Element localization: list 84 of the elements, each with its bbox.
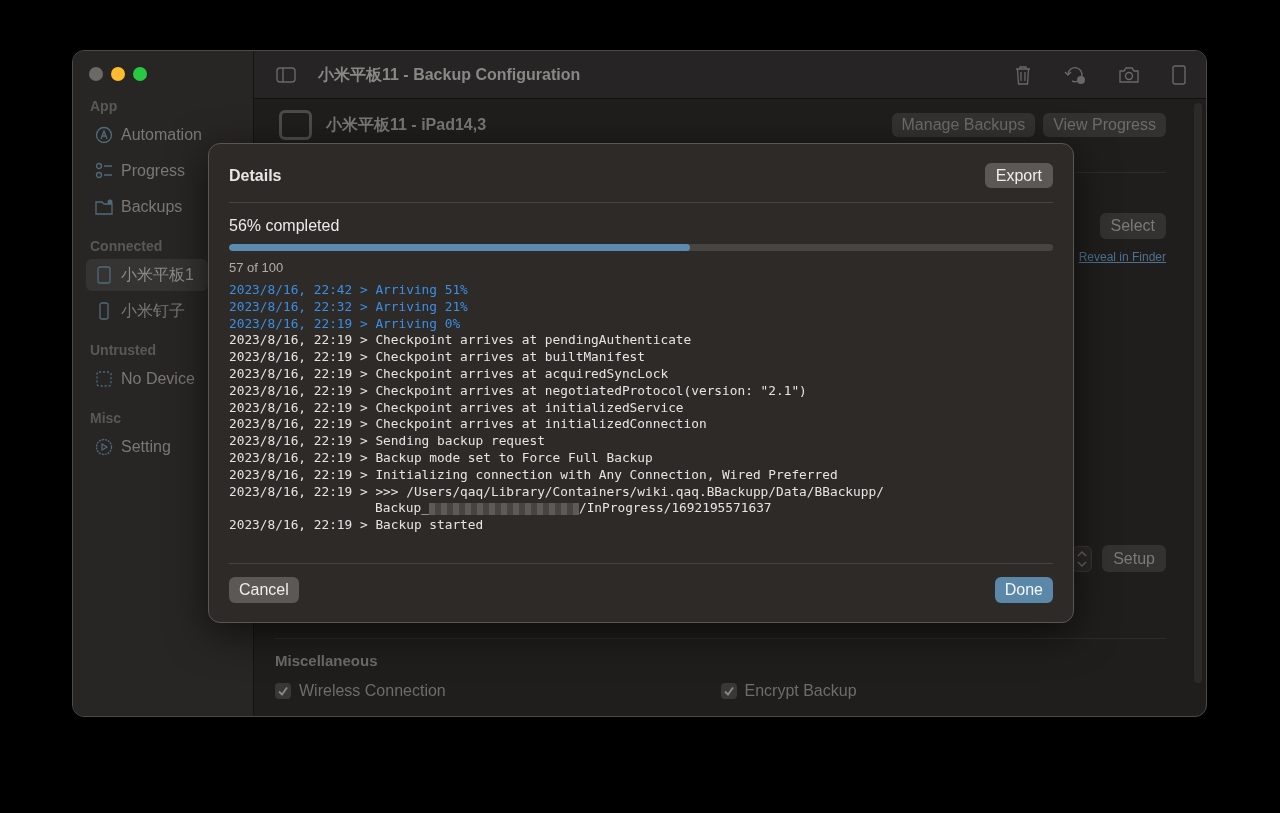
reveal-in-finder-link[interactable]: Reveal in Finder: [1078, 249, 1166, 265]
log-message: Backup mode set to Force Full Backup: [375, 449, 653, 467]
log-message: Initializing connection with Any Connection, Wired Preferred: [375, 466, 838, 484]
checkbox-label: Encrypt Backup: [744, 682, 857, 700]
log-prompt: >: [359, 399, 368, 417]
log-prompt: >: [359, 332, 368, 350]
checkbox[interactable]: [720, 683, 737, 699]
minimize-button[interactable]: [111, 67, 125, 81]
log-timestamp: 2023/8/16, 22:19: [229, 466, 353, 484]
backup-action-button[interactable]: Manage Backups: [891, 113, 1036, 137]
log-message: Checkpoint arrives at initializedConnection: [375, 416, 707, 434]
log-message: /InProgress/1692195571637: [578, 500, 772, 518]
log-message: Arriving 51%: [375, 282, 468, 299]
export-button[interactable]: Export: [984, 163, 1053, 188]
log-message: Arriving 21%: [375, 298, 468, 316]
backup-action-button[interactable]: View Progress: [1043, 113, 1166, 137]
tablet-icon: [95, 266, 113, 284]
automation-icon: [95, 126, 113, 144]
log-timestamp: 2023/8/16, 22:32: [229, 298, 353, 316]
setup-button[interactable]: Setup: [1102, 545, 1166, 572]
sidebar-item[interactable]: No Device: [86, 363, 208, 395]
trash-icon[interactable]: [1014, 64, 1032, 85]
sidebar-item[interactable]: 小米钉子: [86, 295, 208, 327]
log-prompt: >: [359, 416, 368, 434]
log-prompt: >: [359, 433, 368, 450]
select-button[interactable]: Select: [1099, 213, 1166, 239]
device-name: 小米平板11 - iPad14,3: [326, 115, 487, 135]
log-timestamp: 2023/8/16, 22:19: [229, 315, 353, 333]
log-timestamp: 2023/8/16, 22:19: [229, 433, 353, 450]
log-message: Checkpoint arrives at pendingAuthenticate: [375, 332, 692, 350]
sidebar-item[interactable]: 小米平板1: [86, 259, 208, 291]
camera-icon[interactable]: [1118, 65, 1140, 84]
sidebar-item[interactable]: Backups: [86, 191, 208, 223]
restore-icon[interactable]: [1064, 64, 1086, 85]
done-button[interactable]: Done: [994, 577, 1053, 603]
cancel-button[interactable]: Cancel: [229, 577, 299, 603]
log-message: Backup started: [375, 517, 484, 534]
log-timestamp: 2023/8/16, 22:19: [229, 416, 353, 434]
dashed-square-icon: [95, 370, 113, 388]
log-timestamp: 2023/8/16, 22:19: [229, 366, 353, 383]
log-timestamp: 2023/8/16, 22:19: [229, 449, 353, 467]
device-icon: [279, 110, 312, 140]
log-message: Checkpoint arrives at builtManifest: [375, 349, 646, 366]
progress-count: 57 of 100: [229, 260, 285, 276]
section-heading: Miscellaneous: [275, 652, 379, 670]
log-message: >>> /Users/qaq/Library/Containers/wiki.qaq.BBackupp/Data/BBackupp/: [375, 483, 884, 501]
log-prompt: >: [359, 298, 368, 316]
progress-label: 56% completed: [229, 216, 341, 236]
sidebar-item[interactable]: Setting: [86, 431, 208, 463]
sidebar-item[interactable]: Progress: [86, 155, 208, 187]
folder-icon: [95, 198, 113, 216]
log-message: Checkpoint arrives at initializedService: [375, 399, 684, 417]
log-prompt: >: [359, 517, 368, 534]
log-timestamp: 2023/8/16, 22:19: [229, 483, 353, 501]
window-title: 小米平板11 - Backup Configuration: [318, 64, 581, 85]
checklist-icon: [95, 162, 113, 180]
log-message: Backup_: [375, 500, 429, 518]
log-prompt: >: [359, 466, 368, 484]
log-message: Sending backup request: [375, 433, 545, 450]
dialog-title: Details: [229, 165, 282, 186]
checkbox[interactable]: [275, 683, 291, 699]
log-prompt: >: [359, 315, 368, 333]
zoom-button[interactable]: [133, 67, 147, 81]
log-prompt: >: [359, 483, 368, 501]
close-button[interactable]: [89, 67, 103, 81]
log-prompt: >: [359, 449, 368, 467]
log-message: Checkpoint arrives at negotiatedProtocol(version: "2.1"): [375, 382, 807, 400]
log-message: Checkpoint arrives at acquiredSyncLock: [375, 366, 669, 383]
log-prompt: >: [359, 382, 368, 400]
log-timestamp: 2023/8/16, 22:42: [229, 282, 353, 299]
log-prompt: >: [359, 349, 368, 366]
log-timestamp: 2023/8/16, 22:19: [229, 517, 353, 534]
log-prompt: >: [359, 282, 368, 299]
phone-icon[interactable]: [1172, 64, 1186, 85]
sidebar-toggle-icon[interactable]: [276, 66, 296, 83]
log-timestamp: 2023/8/16, 22:19: [229, 332, 353, 350]
log-timestamp: 2023/8/16, 22:19: [229, 399, 353, 417]
sidebar-item[interactable]: Automation: [86, 119, 208, 151]
log-prompt: >: [359, 366, 368, 383]
checkbox-label: Wireless Connection: [299, 682, 446, 700]
log-message: Arriving 0%: [375, 315, 461, 333]
log-timestamp: 2023/8/16, 22:19: [229, 382, 353, 400]
stepper-icon[interactable]: [1072, 545, 1093, 572]
log-timestamp: 2023/8/16, 22:19: [229, 349, 353, 366]
